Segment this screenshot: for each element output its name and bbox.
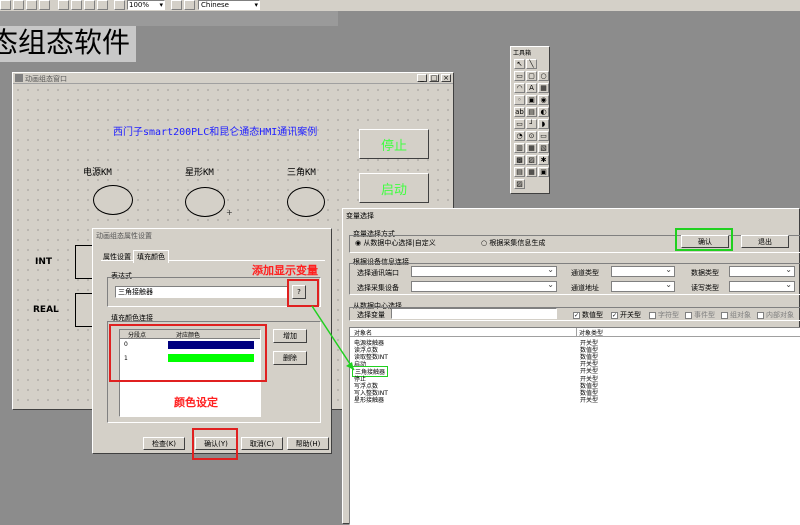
svg-text:+: + [226, 208, 233, 217]
connector-arrow: + [226, 208, 355, 371]
